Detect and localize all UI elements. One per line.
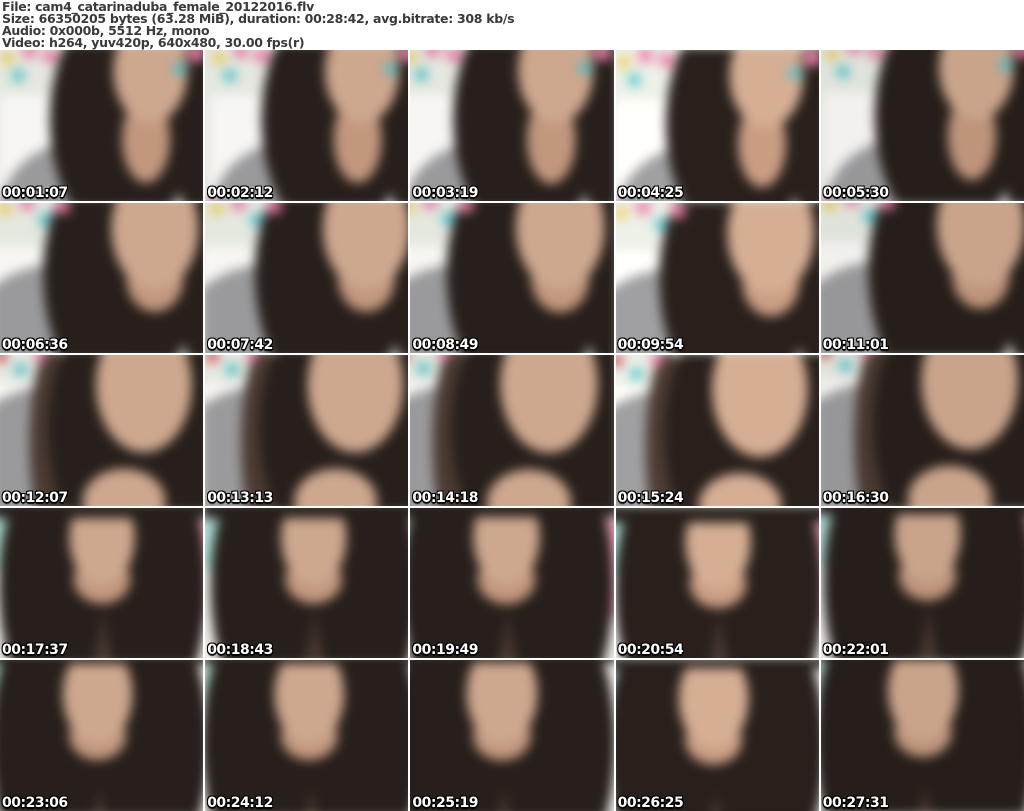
thumbnail-cell: 00:12:07 <box>0 355 204 506</box>
thumbnail-cell: 00:25:19 <box>410 660 614 811</box>
thumbnail-cell: 00:19:49 <box>410 507 614 659</box>
timestamp: 00:03:19 <box>412 184 479 201</box>
timestamp: 00:16:30 <box>822 489 889 506</box>
timestamp: 00:11:01 <box>822 337 889 354</box>
thumbnail-cell: 00:01:07 <box>0 50 204 201</box>
timestamp: 00:04:25 <box>617 184 684 201</box>
thumbnail-image <box>410 50 614 201</box>
thumbnail-cell: 00:22:01 <box>820 507 1024 659</box>
timestamp: 00:13:13 <box>207 489 273 506</box>
thumbnail-cell: 00:03:19 <box>410 50 614 201</box>
timestamp: 00:18:43 <box>207 642 273 659</box>
thumbnail-image <box>820 507 1024 659</box>
timestamp: 00:26:25 <box>617 795 684 811</box>
thumbnail-image <box>615 507 819 659</box>
timestamp: 00:14:18 <box>412 489 479 506</box>
thumbnail-cell: 00:18:43 <box>205 507 409 659</box>
thumbnail-image <box>410 507 614 659</box>
thumbnail-image <box>0 507 204 659</box>
timestamp: 00:01:07 <box>2 184 68 201</box>
thumbnail-cell: 00:04:25 <box>615 50 819 201</box>
thumbnail-cell: 00:07:42 <box>205 202 409 354</box>
thumbnail-cell: 00:14:18 <box>410 355 614 506</box>
file-info-line-video: Video: h264, yuv420p, 640x480, 30.00 fps… <box>2 35 305 50</box>
timestamp: 00:25:19 <box>412 795 479 811</box>
thumbnail-image <box>0 202 204 354</box>
contact-sheet: File: cam4_catarinaduba_female_20122016.… <box>0 0 1024 811</box>
thumbnail-cell: 00:05:30 <box>820 50 1024 201</box>
thumbnail-image <box>205 507 409 659</box>
thumbnail-cell: 00:15:24 <box>615 355 819 506</box>
timestamp: 00:22:01 <box>822 642 889 659</box>
thumbnail-cell: 00:11:01 <box>820 202 1024 354</box>
thumbnail-image <box>0 355 204 506</box>
timestamp: 00:09:54 <box>617 337 684 354</box>
thumbnail-image <box>820 50 1024 201</box>
thumbnail-cell: 00:06:36 <box>0 202 204 354</box>
thumbnail-image <box>0 50 204 201</box>
thumbnail-image <box>820 202 1024 354</box>
timestamp: 00:15:24 <box>617 489 684 506</box>
timestamp: 00:27:31 <box>822 795 889 811</box>
thumbnail-cell: 00:16:30 <box>820 355 1024 506</box>
timestamp: 00:02:12 <box>207 184 273 201</box>
thumbnail-image <box>615 660 819 811</box>
thumbnail-cell: 00:09:54 <box>615 202 819 354</box>
thumbnail-image <box>205 50 409 201</box>
timestamp: 00:19:49 <box>412 642 479 659</box>
thumbnail-image <box>615 355 819 506</box>
timestamp: 00:06:36 <box>2 337 68 354</box>
thumbnail-cell: 00:13:13 <box>205 355 409 506</box>
thumbnail-cell: 00:17:37 <box>0 507 204 659</box>
timestamp: 00:17:37 <box>2 642 68 659</box>
timestamp: 00:23:06 <box>2 795 68 811</box>
thumbnail-cell: 00:27:31 <box>820 660 1024 811</box>
thumbnail-image <box>410 355 614 506</box>
timestamp: 00:07:42 <box>207 337 273 354</box>
thumbnail-cell: 00:08:49 <box>410 202 614 354</box>
timestamp: 00:08:49 <box>412 337 479 354</box>
timestamp: 00:20:54 <box>617 642 684 659</box>
timestamp: 00:12:07 <box>2 489 68 506</box>
timestamp: 00:05:30 <box>822 184 889 201</box>
thumbnail-image <box>410 660 614 811</box>
thumbnail-grid: 00:01:07 00:02:12 00:03:19 00:04:25 00:0… <box>0 50 1024 811</box>
thumbnail-cell: 00:23:06 <box>0 660 204 811</box>
thumbnail-image <box>615 202 819 354</box>
thumbnail-image <box>205 355 409 506</box>
thumbnail-cell: 00:26:25 <box>615 660 819 811</box>
thumbnail-cell: 00:20:54 <box>615 507 819 659</box>
timestamp: 00:24:12 <box>207 795 273 811</box>
thumbnail-image <box>820 660 1024 811</box>
thumbnail-image <box>205 202 409 354</box>
thumbnail-image <box>0 660 204 811</box>
thumbnail-cell: 00:24:12 <box>205 660 409 811</box>
thumbnail-image <box>820 355 1024 506</box>
thumbnail-image <box>205 660 409 811</box>
thumbnail-cell: 00:02:12 <box>205 50 409 201</box>
file-info-header: File: cam4_catarinaduba_female_20122016.… <box>0 0 1024 50</box>
thumbnail-image <box>410 202 614 354</box>
thumbnail-image <box>615 50 819 201</box>
